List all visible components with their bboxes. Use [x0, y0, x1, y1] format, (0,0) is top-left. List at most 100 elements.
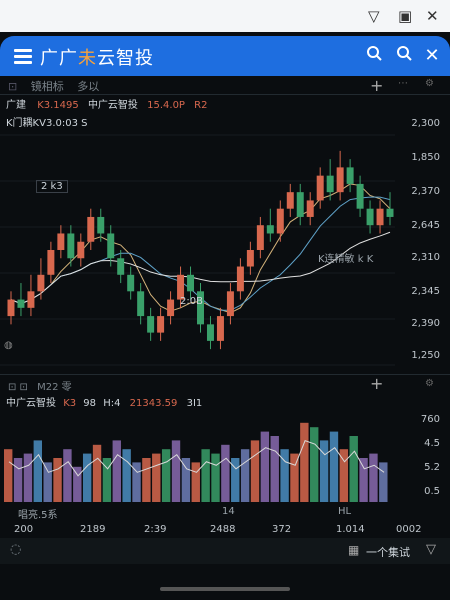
- volume-info-line: 中广云智投 K3 98 H:4 21343.59 3I1: [6, 398, 203, 409]
- volume-bar: [201, 449, 210, 502]
- wifi-icon: ▽: [368, 7, 380, 25]
- candle: [157, 316, 165, 333]
- range-label: 唱亮.5系: [18, 510, 58, 521]
- candle: [366, 208, 374, 226]
- volume-bar: [349, 436, 358, 502]
- candle: [286, 192, 294, 209]
- stock-price: 15.4.0P: [147, 100, 185, 111]
- y-label: 1,850: [411, 152, 440, 163]
- candle: [137, 291, 145, 317]
- volume-bar: [300, 422, 309, 502]
- candle: [206, 324, 214, 341]
- candle: [296, 192, 304, 217]
- settings-icon[interactable]: ⚙: [425, 78, 434, 89]
- bottom-toolbar: ◌ ▦ 一个集试 ▽: [0, 538, 450, 564]
- volume-bar: [92, 444, 102, 502]
- x-label: 372: [272, 524, 292, 535]
- cursor-icon[interactable]: ◍: [4, 340, 13, 351]
- chat-icon[interactable]: ◌: [10, 542, 21, 557]
- volume-bar: [73, 466, 82, 502]
- candle: [246, 250, 254, 267]
- chart-icon[interactable]: ⊡ ⊡: [8, 382, 28, 393]
- volume-bar: [122, 449, 131, 502]
- candle: [306, 200, 314, 217]
- y-label: 2,645: [411, 220, 440, 231]
- candle: [97, 216, 105, 234]
- tab-indicator[interactable]: 镜相标: [31, 80, 64, 93]
- candle: [386, 208, 394, 217]
- period-selector[interactable]: 一个集试: [366, 544, 410, 560]
- grid-icon[interactable]: ▦: [348, 543, 359, 557]
- y-label: 5.2: [424, 462, 440, 473]
- volume-bar: [310, 427, 319, 502]
- volume-bar: [33, 440, 43, 502]
- y-label: 1,250: [411, 350, 440, 361]
- candle: [167, 299, 175, 317]
- candle: [266, 225, 274, 234]
- volume-bar: [329, 431, 339, 502]
- add-icon[interactable]: +: [370, 374, 383, 393]
- y-label: 2,370: [411, 186, 440, 197]
- divider: [0, 94, 450, 95]
- home-indicator[interactable]: [160, 587, 290, 591]
- status-bar: ▽ ▣ ✕: [0, 0, 450, 32]
- indicator-line: K门耦KV3.0:03 S: [6, 118, 88, 129]
- candle: [147, 316, 155, 333]
- candle: [87, 216, 95, 242]
- candle: [77, 241, 85, 259]
- candle: [107, 233, 115, 259]
- stock-change: R2: [194, 100, 208, 111]
- volume-bar: [13, 458, 23, 502]
- menu-icon[interactable]: [14, 46, 32, 66]
- candle: [336, 167, 344, 193]
- candle: [127, 274, 135, 292]
- x-label: 200: [14, 524, 34, 535]
- range-label: HL: [338, 506, 352, 517]
- candle: [356, 183, 364, 209]
- settings-icon[interactable]: ⚙: [425, 378, 434, 389]
- chevron-down-icon[interactable]: ▽: [426, 542, 436, 557]
- y-label: 2,310: [411, 252, 440, 263]
- app-header: 广广未云智投 ✕: [0, 36, 450, 76]
- volume-bar: [359, 458, 368, 502]
- volume-bar: [161, 449, 171, 502]
- tab-more[interactable]: 多以: [77, 80, 99, 93]
- volume-bar: [240, 449, 250, 502]
- volume-bar: [221, 444, 230, 502]
- stock-code: K3.1495: [37, 100, 79, 111]
- candle: [7, 299, 15, 317]
- search-icon[interactable]: [392, 44, 416, 68]
- candle: [316, 175, 324, 201]
- x-label: 2189: [80, 524, 106, 535]
- close-icon[interactable]: ✕: [420, 44, 444, 68]
- volume-chart[interactable]: [0, 412, 400, 504]
- y-label: 2,390: [411, 318, 440, 329]
- y-label: 0.5: [424, 486, 440, 497]
- volume-bar: [181, 458, 191, 502]
- add-icon[interactable]: +: [370, 76, 383, 95]
- chart-icon[interactable]: ⊡: [8, 80, 17, 93]
- candle: [27, 291, 35, 308]
- more-icon[interactable]: ⋯: [398, 78, 408, 89]
- volume-bar: [82, 453, 92, 502]
- volume-bar: [63, 449, 72, 502]
- candle: [256, 225, 264, 250]
- stock-name: 中广云智投: [87, 100, 138, 111]
- close-icon[interactable]: ✕: [426, 7, 439, 25]
- volume-bar: [270, 436, 279, 502]
- y-label: 4.5: [424, 438, 440, 449]
- candle: [187, 274, 195, 292]
- stock-label: 广建: [6, 100, 26, 111]
- candle: [57, 233, 65, 250]
- volume-bar: [152, 453, 161, 502]
- y-label: 760: [420, 414, 440, 425]
- marker-label-top: 2 k3: [36, 180, 68, 193]
- indicator-tabs: ⊡ 镜相标 多以: [8, 78, 109, 94]
- search-icon[interactable]: [362, 44, 386, 68]
- volume-bar: [191, 462, 200, 502]
- volume-bar: [171, 440, 181, 502]
- battery-icon: ▣: [398, 7, 413, 25]
- volume-bar: [4, 449, 13, 502]
- candle: [17, 299, 25, 308]
- marker-label-bottom: 2:0B: [180, 296, 203, 307]
